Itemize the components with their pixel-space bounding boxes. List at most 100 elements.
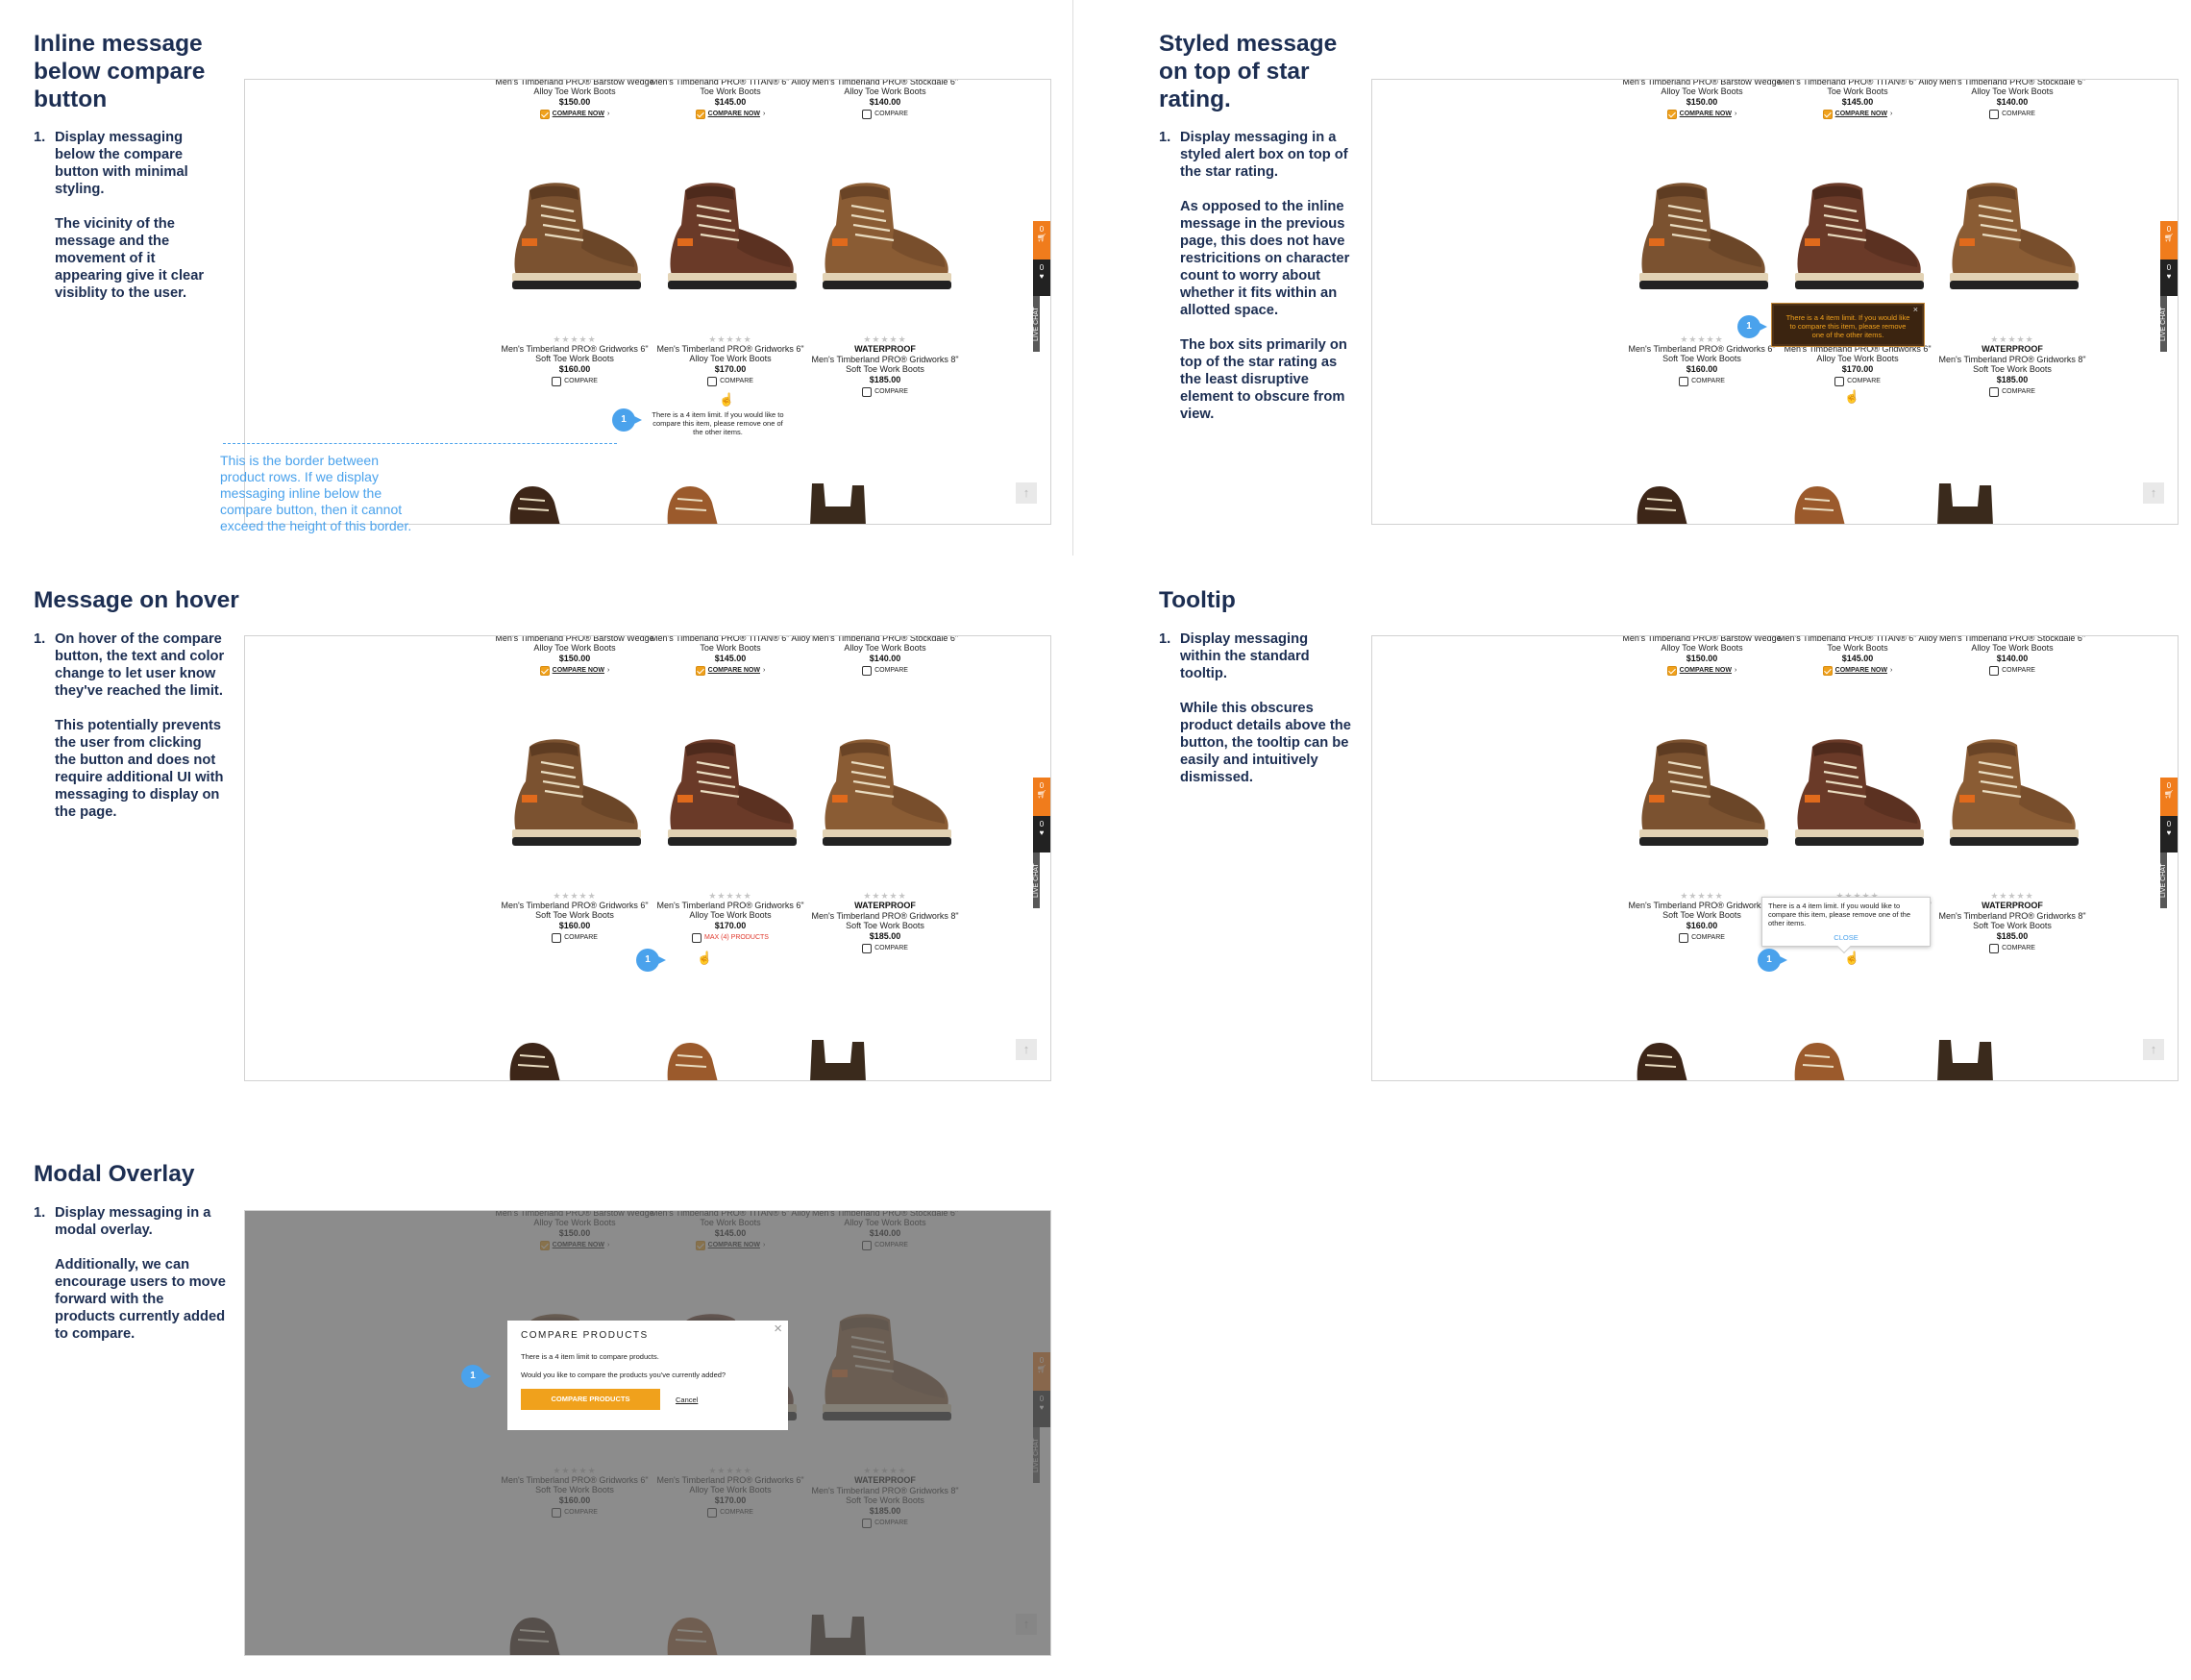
compare-label[interactable]: COMPARE — [874, 386, 908, 398]
step-badge: 1 — [461, 1365, 491, 1388]
compare-checkbox[interactable] — [862, 944, 873, 953]
live-chat-tab[interactable]: LIVE CHAT — [2160, 852, 2167, 908]
cancel-link[interactable]: Cancel — [676, 1396, 698, 1404]
compare-control[interactable]: COMPARE — [1931, 943, 2094, 954]
compare-control[interactable]: COMPARE — [803, 665, 967, 677]
compare-label[interactable]: COMPARE — [564, 376, 598, 387]
compare-control[interactable]: COMPARE — [1776, 376, 1939, 387]
compare-label[interactable]: COMPARE — [874, 665, 908, 677]
compare-control[interactable]: MAX (4) PRODUCTS — [649, 932, 812, 944]
product-card: ★★★★★ WATERPROOF Men's Timberland PRO® G… — [803, 891, 967, 954]
compare-control[interactable]: COMPARE — [1620, 376, 1784, 387]
compare-checkbox[interactable] — [1679, 933, 1689, 943]
compare-label[interactable]: COMPARE NOW — [1835, 109, 1887, 120]
compare-products-button[interactable]: COMPARE PRODUCTS — [521, 1389, 660, 1410]
compare-control[interactable]: COMPARE — [803, 386, 967, 398]
compare-control[interactable]: COMPARE NOW› — [1620, 109, 1784, 120]
compare-checkbox[interactable] — [1822, 110, 1833, 119]
compare-label[interactable]: COMPARE — [1691, 932, 1725, 944]
compare-label[interactable]: COMPARE NOW — [553, 665, 604, 677]
compare-checkbox[interactable] — [1989, 387, 2000, 397]
modal-backdrop[interactable] — [245, 1211, 1050, 1655]
compare-checkbox[interactable] — [695, 666, 705, 676]
compare-label[interactable]: COMPARE — [874, 943, 908, 954]
compare-checkbox[interactable] — [552, 377, 562, 386]
compare-control[interactable]: COMPARE — [803, 943, 967, 954]
section-description: 1. On hover of the compare button, the t… — [34, 630, 226, 821]
compare-control[interactable]: COMPARE NOW› — [493, 665, 656, 677]
scroll-top-button[interactable]: ↑ — [1016, 1039, 1037, 1060]
compare-control[interactable]: COMPARE — [649, 376, 812, 387]
compare-checkbox[interactable] — [1822, 666, 1833, 676]
side-tab: 0🛒︎ 0♥ LIVE CHAT — [1033, 778, 1050, 908]
wishlist-tab[interactable]: 0♥ — [2160, 259, 2178, 296]
compare-control[interactable]: COMPARE — [493, 376, 656, 387]
compare-label[interactable]: COMPARE — [2002, 665, 2035, 677]
wishlist-tab[interactable]: 0♥ — [1033, 816, 1050, 852]
compare-control[interactable]: COMPARE NOW› — [1620, 665, 1784, 677]
compare-checkbox[interactable] — [539, 110, 550, 119]
live-chat-tab[interactable]: LIVE CHAT — [2160, 296, 2167, 352]
compare-control[interactable]: COMPARE — [803, 109, 967, 120]
compare-checkbox[interactable] — [1989, 666, 2000, 676]
compare-label[interactable]: COMPARE NOW — [1835, 665, 1887, 677]
compare-checkbox[interactable] — [695, 110, 705, 119]
compare-checkbox[interactable] — [539, 666, 550, 676]
live-chat-tab[interactable]: LIVE CHAT — [1033, 296, 1040, 352]
compare-checkbox[interactable] — [862, 110, 873, 119]
compare-label[interactable]: COMPARE — [2002, 943, 2035, 954]
compare-label[interactable]: COMPARE NOW — [1680, 109, 1732, 120]
cart-tab[interactable]: 0🛒︎ — [2160, 778, 2178, 816]
compare-checkbox[interactable] — [707, 377, 718, 386]
cart-tab[interactable]: 0🛒︎ — [1033, 778, 1050, 816]
close-icon[interactable]: × — [1913, 306, 1918, 314]
compare-label[interactable]: COMPARE — [874, 109, 908, 120]
compare-checkbox[interactable] — [692, 933, 702, 943]
product-price: $145.00 — [714, 654, 747, 663]
wishlist-tab[interactable]: 0♥ — [1033, 259, 1050, 296]
compare-control[interactable]: COMPARE NOW› — [493, 109, 656, 120]
product-name: Men's Timberland PRO® Gridworks 8" Soft … — [1938, 355, 2086, 374]
compare-checkbox[interactable] — [1666, 666, 1677, 676]
compare-checkbox[interactable] — [1666, 110, 1677, 119]
scroll-top-button[interactable]: ↑ — [2143, 1039, 2164, 1060]
scroll-top-button[interactable]: ↑ — [2143, 482, 2164, 504]
compare-label[interactable]: COMPARE — [720, 376, 753, 387]
compare-checkbox[interactable] — [1989, 944, 2000, 953]
compare-label[interactable]: COMPARE — [2002, 386, 2035, 398]
live-chat-tab[interactable]: LIVE CHAT — [1033, 852, 1040, 908]
compare-label[interactable]: COMPARE — [564, 932, 598, 944]
compare-label[interactable]: COMPARE — [2002, 109, 2035, 120]
cart-tab[interactable]: 0🛒︎ — [2160, 221, 2178, 259]
compare-control[interactable]: COMPARE NOW› — [1776, 665, 1939, 677]
compare-checkbox[interactable] — [1989, 110, 2000, 119]
compare-control[interactable]: COMPARE NOW› — [649, 665, 812, 677]
compare-control[interactable]: COMPARE NOW› — [649, 109, 812, 120]
compare-control[interactable]: COMPARE — [493, 932, 656, 944]
compare-label[interactable]: COMPARE NOW — [708, 109, 760, 120]
compare-checkbox[interactable] — [1679, 377, 1689, 386]
cart-tab[interactable]: 0🛒︎ — [1033, 221, 1050, 259]
product-name: Men's Timberland PRO® TITAN® 6" Alloy To… — [651, 79, 810, 96]
section-description: 1. Display messaging within the standard… — [1159, 630, 1351, 786]
compare-control[interactable]: COMPARE — [1931, 665, 2094, 677]
compare-control[interactable]: COMPARE — [1931, 386, 2094, 398]
compare-checkbox[interactable] — [862, 387, 873, 397]
compare-label[interactable]: COMPARE — [1847, 376, 1881, 387]
compare-label[interactable]: COMPARE NOW — [553, 109, 604, 120]
compare-checkbox[interactable] — [862, 666, 873, 676]
scroll-top-button[interactable]: ↑ — [1016, 482, 1037, 504]
compare-control[interactable]: COMPARE — [1620, 932, 1784, 944]
compare-checkbox[interactable] — [1834, 377, 1845, 386]
compare-limit-label[interactable]: MAX (4) PRODUCTS — [704, 932, 769, 944]
compare-label[interactable]: COMPARE NOW — [1680, 665, 1732, 677]
tooltip-close-link[interactable]: CLOSE — [1768, 933, 1924, 942]
compare-control[interactable]: COMPARE NOW› — [1776, 109, 1939, 120]
wishlist-tab[interactable]: 0♥ — [2160, 816, 2178, 852]
compare-label[interactable]: COMPARE NOW — [708, 665, 760, 677]
compare-checkbox[interactable] — [552, 933, 562, 943]
compare-label[interactable]: COMPARE — [1691, 376, 1725, 387]
compare-control[interactable]: COMPARE — [1931, 109, 2094, 120]
product-price: $150.00 — [1686, 97, 1718, 107]
close-icon[interactable]: × — [774, 1321, 782, 1337]
